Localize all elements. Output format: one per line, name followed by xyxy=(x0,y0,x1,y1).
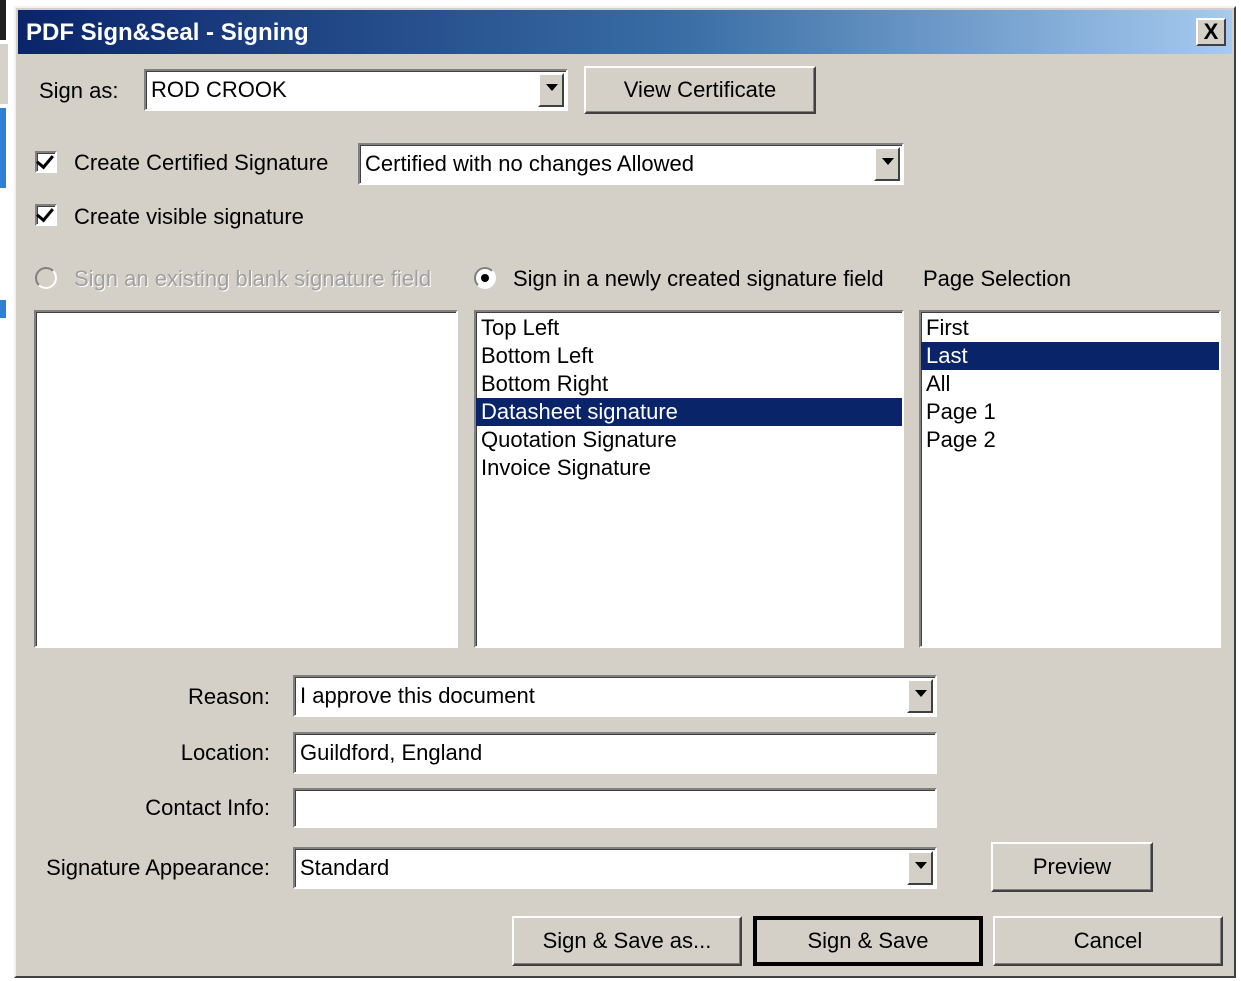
appearance-label: Signature Appearance: xyxy=(46,855,270,880)
reason-label: Reason: xyxy=(188,684,270,709)
contact-info-label: Contact Info: xyxy=(145,795,270,820)
location-input[interactable]: Guildford, England xyxy=(293,732,937,774)
new-field-radio[interactable] xyxy=(474,267,496,289)
sign-as-select[interactable]: ROD CROOK xyxy=(144,69,568,111)
background-desktop xyxy=(0,0,14,981)
signing-dialog: PDF Sign&Seal - Signing X Sign as: ROD C… xyxy=(14,6,1236,978)
chevron-down-icon[interactable] xyxy=(538,73,564,107)
list-item[interactable]: Bottom Left xyxy=(476,342,902,370)
background-fragment xyxy=(0,108,6,188)
sign-save-as-button[interactable]: Sign & Save as... xyxy=(512,916,742,966)
reason-select[interactable]: I approve this document xyxy=(293,675,937,717)
list-item[interactable]: First xyxy=(921,314,1219,342)
list-item[interactable]: Invoice Signature xyxy=(476,454,902,482)
list-item[interactable]: Page 1 xyxy=(921,398,1219,426)
cancel-button[interactable]: Cancel xyxy=(993,916,1223,966)
appearance-value: Standard xyxy=(300,855,390,880)
appearance-select[interactable]: Standard xyxy=(293,847,937,889)
existing-fields-list[interactable] xyxy=(34,310,458,648)
sign-save-button[interactable]: Sign & Save xyxy=(753,916,983,966)
contact-info-input[interactable] xyxy=(293,788,937,828)
view-certificate-button[interactable]: View Certificate xyxy=(584,66,816,114)
page-selection-list[interactable]: First Last All Page 1 Page 2 xyxy=(919,310,1221,648)
radio-dot-icon xyxy=(481,274,489,282)
background-fragment xyxy=(0,44,8,104)
visible-signature-checkbox[interactable] xyxy=(35,203,57,226)
list-item[interactable]: Page 2 xyxy=(921,426,1219,454)
chevron-down-icon[interactable] xyxy=(874,147,900,181)
new-field-label: Sign in a newly created signature field xyxy=(513,266,884,291)
chevron-down-icon[interactable] xyxy=(907,679,933,713)
sign-as-label: Sign as: xyxy=(39,78,119,103)
reason-value: I approve this document xyxy=(300,683,535,708)
chevron-down-icon[interactable] xyxy=(907,851,933,885)
certification-value: Certified with no changes Allowed xyxy=(365,151,694,176)
location-value: Guildford, England xyxy=(300,740,483,765)
existing-field-radio[interactable] xyxy=(35,267,57,289)
checkmark-icon xyxy=(36,150,54,170)
list-item[interactable]: Top Left xyxy=(476,314,902,342)
list-item[interactable]: Last xyxy=(921,342,1219,370)
list-item[interactable]: Bottom Right xyxy=(476,370,902,398)
list-item[interactable]: Quotation Signature xyxy=(476,426,902,454)
checkmark-icon xyxy=(36,203,54,223)
sign-as-value: ROD CROOK xyxy=(151,77,287,102)
certification-select[interactable]: Certified with no changes Allowed xyxy=(358,143,904,185)
background-fragment xyxy=(0,300,6,318)
list-item[interactable]: Datasheet signature xyxy=(476,398,902,426)
new-fields-list[interactable]: Top Left Bottom Left Bottom Right Datasheet… xyxy=(474,310,904,648)
visible-signature-label: Create visible signature xyxy=(74,204,304,229)
certified-checkbox[interactable] xyxy=(35,150,57,173)
close-icon[interactable]: X xyxy=(1196,18,1226,46)
title-bar[interactable]: PDF Sign&Seal - Signing X xyxy=(18,10,1232,54)
location-label: Location: xyxy=(180,740,270,765)
existing-field-label: Sign an existing blank signature field xyxy=(74,266,432,291)
page-selection-label: Page Selection xyxy=(923,266,1071,291)
background-fragment xyxy=(0,0,6,40)
preview-button[interactable]: Preview xyxy=(991,842,1153,892)
window-title: PDF Sign&Seal - Signing xyxy=(26,19,309,46)
list-item[interactable]: All xyxy=(921,370,1219,398)
certified-label: Create Certified Signature xyxy=(74,150,329,175)
